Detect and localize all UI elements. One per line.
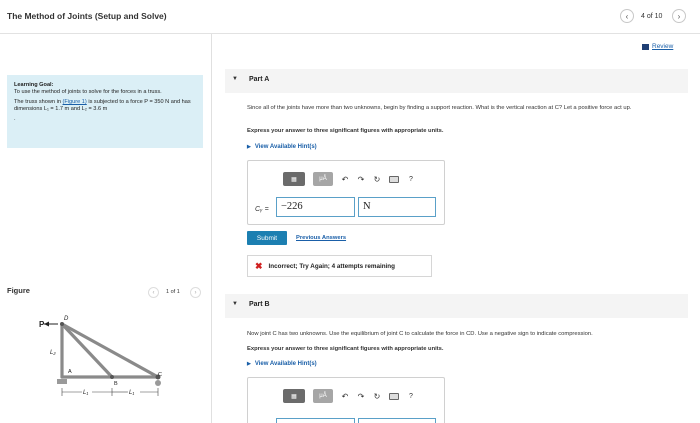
learning-goal-panel: Learning Goal: To use the method of join… — [7, 75, 203, 148]
figure-heading: Figure — [7, 286, 30, 295]
units-icon: μÅ — [319, 393, 327, 399]
label-A: A — [68, 369, 72, 375]
keyboard-icon[interactable] — [389, 175, 399, 183]
submit-button[interactable]: Submit — [247, 231, 287, 245]
top-bar: The Method of Joints (Setup and Solve) ‹… — [0, 0, 700, 34]
units-button[interactable]: μÅ — [313, 389, 333, 403]
learning-goal-trailing: . — [14, 116, 16, 122]
review-label: Review — [652, 43, 674, 50]
part-a-title: Part A — [249, 76, 270, 83]
figure-next-button[interactable]: › — [190, 287, 201, 298]
label-D: D — [64, 316, 69, 322]
part-a-question: Since all of the joints have more than t… — [247, 105, 632, 111]
feedback-message: ✖ Incorrect; Try Again; 4 attempts remai… — [247, 255, 432, 277]
label-L1a: L₁ — [83, 390, 88, 396]
part-b-instruction: Express your answer to three significant… — [247, 346, 444, 352]
previous-answers-link[interactable]: Previous Answers — [296, 235, 346, 241]
support-A — [57, 379, 67, 384]
joint-B — [110, 375, 114, 379]
caret-right-icon: ▶ — [247, 361, 251, 367]
chevron-left-icon: ‹ — [625, 11, 629, 21]
part-a-instruction: Express your answer to three significant… — [247, 128, 444, 134]
figure-link[interactable]: (Figure 1) — [63, 99, 87, 105]
feedback-text: Incorrect; Try Again; 4 attempts remaini… — [268, 262, 395, 270]
part-b-question: Now joint C has two unknowns. Use the eq… — [247, 331, 593, 337]
member-DC — [60, 322, 160, 379]
chevron-right-icon: › — [194, 289, 197, 296]
help-icon[interactable]: ? — [407, 393, 415, 400]
redo-icon[interactable]: ↷ — [357, 175, 365, 184]
part-a-value-input[interactable]: −226 — [276, 197, 355, 217]
part-a-answer-box: ▦ μÅ ↶ ↷ ↻ ? Cᵧ = −226 N — [247, 160, 445, 225]
reset-icon[interactable]: ↻ — [373, 392, 381, 401]
units-button[interactable]: μÅ — [313, 172, 333, 186]
figure-pager: 1 of 1 — [166, 289, 180, 295]
truss-figure: P D L₂ A B C L₁ L₁ — [39, 316, 162, 396]
column-divider — [211, 34, 212, 423]
reset-icon[interactable]: ↻ — [373, 175, 381, 184]
units-icon: μÅ — [319, 176, 327, 182]
force-P-arrowhead — [44, 321, 49, 327]
chevron-right-icon: › — [677, 11, 681, 21]
problem-pager: 4 of 10 — [641, 13, 663, 20]
figure-prev-button[interactable]: ‹ — [148, 287, 159, 298]
undo-icon[interactable]: ↶ — [341, 392, 349, 401]
help-icon[interactable]: ? — [407, 176, 415, 183]
undo-icon[interactable]: ↶ — [341, 175, 349, 184]
part-b-value-input[interactable] — [276, 418, 355, 423]
part-b-header[interactable] — [225, 294, 688, 318]
problem-text-pre: The truss shown in — [14, 99, 63, 105]
label-B: B — [114, 381, 118, 387]
label-L2: L₂ — [50, 350, 56, 356]
label-L1b: L₁ — [129, 390, 134, 396]
part-a-answer-label: Cᵧ = — [255, 206, 269, 213]
part-b-unit-input[interactable] — [358, 418, 436, 423]
learning-goal-title: Learning Goal: — [14, 82, 54, 88]
part-b-caret-icon[interactable]: ▼ — [232, 301, 238, 307]
prev-problem-button[interactable]: ‹ — [620, 9, 634, 23]
part-a-header[interactable] — [225, 69, 688, 93]
part-b-answer-box: ▦ μÅ ↶ ↷ ↻ ? — [247, 377, 445, 423]
part-b-title: Part B — [249, 301, 270, 308]
label-P: P — [39, 320, 45, 329]
label-C: C — [158, 372, 162, 378]
part-b-hint-toggle[interactable]: ▶ View Available Hint(s) — [247, 361, 317, 367]
part-a-toolbar: ▦ μÅ ↶ ↷ ↻ ? — [283, 172, 415, 186]
part-a-unit-input[interactable]: N — [358, 197, 436, 217]
part-a-caret-icon[interactable]: ▼ — [232, 76, 238, 82]
keyboard-icon[interactable] — [389, 392, 399, 400]
templates-button[interactable]: ▦ — [283, 389, 305, 403]
templates-icon: ▦ — [291, 176, 297, 183]
review-link[interactable]: Review — [642, 43, 673, 50]
chevron-left-icon: ‹ — [152, 289, 155, 296]
part-b-toolbar: ▦ μÅ ↶ ↷ ↻ ? — [283, 389, 415, 403]
next-problem-button[interactable]: › — [672, 9, 686, 23]
part-b-hint-label: View Available Hint(s) — [254, 361, 317, 367]
templates-button[interactable]: ▦ — [283, 172, 305, 186]
templates-icon: ▦ — [291, 393, 297, 400]
page-title: The Method of Joints (Setup and Solve) — [7, 11, 167, 21]
part-a-hint-toggle[interactable]: ▶ View Available Hint(s) — [247, 144, 317, 150]
support-C — [155, 380, 161, 386]
part-a-hint-label: View Available Hint(s) — [254, 144, 317, 150]
joint-D — [60, 322, 64, 326]
review-icon — [642, 43, 649, 50]
incorrect-x-icon: ✖ — [255, 260, 263, 271]
caret-right-icon: ▶ — [247, 144, 251, 150]
redo-icon[interactable]: ↷ — [357, 392, 365, 401]
learning-goal-text: To use the method of joints to solve for… — [14, 89, 162, 95]
